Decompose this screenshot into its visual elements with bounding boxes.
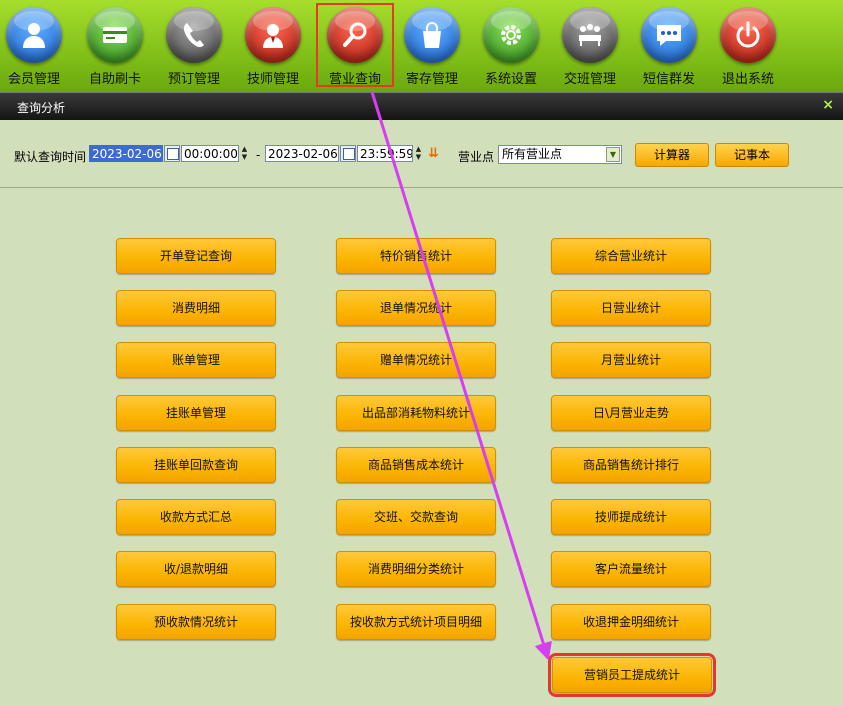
- toolbar-label: 短信群发: [642, 72, 695, 87]
- toolbar-label: 自助刷卡: [88, 72, 141, 87]
- outlet-select[interactable]: 所有营业点 ▼: [498, 145, 622, 164]
- end-time-field[interactable]: 23:59:59: [357, 145, 413, 162]
- report-button[interactable]: 挂账单管理: [116, 395, 276, 431]
- gear-icon: [483, 7, 539, 63]
- report-button[interactable]: 月营业统计: [551, 342, 711, 378]
- outlet-select-value: 所有营业点: [502, 147, 563, 161]
- toolbar-label: 预订管理: [167, 72, 220, 87]
- toolbar-self-card-button[interactable]: 自助刷卡: [76, 3, 154, 87]
- report-button[interactable]: 赠单情况统计: [336, 342, 496, 378]
- date-separator: -: [256, 148, 261, 162]
- toolbar-label: 会员管理: [7, 72, 60, 87]
- report-button[interactable]: 日\月营业走势: [551, 395, 711, 431]
- panel-title: 查询分析: [17, 101, 66, 115]
- end-time-spinner[interactable]: ▲ ▼: [412, 145, 425, 162]
- start-time-field[interactable]: 00:00:00: [181, 145, 239, 162]
- toolbar-business-query-button[interactable]: 营业查询: [316, 3, 394, 87]
- report-button[interactable]: 消费明细: [116, 290, 276, 326]
- report-button[interactable]: 按收款方式统计项目明细: [336, 604, 496, 640]
- report-button[interactable]: 退单情况统计: [336, 290, 496, 326]
- report-button[interactable]: 账单管理: [116, 342, 276, 378]
- filter-bar: 默认查询时间 2023-02-06 00:00:00 ▲ ▼ - 2023-02-…: [0, 119, 843, 188]
- report-button[interactable]: 日营业统计: [551, 290, 711, 326]
- toolbar-settings-button[interactable]: 系统设置: [472, 3, 550, 87]
- panel-header: 查询分析 ×: [0, 92, 843, 120]
- chevron-down-icon[interactable]: ▼: [606, 147, 620, 162]
- start-time-spinner[interactable]: ▲ ▼: [238, 145, 251, 162]
- report-button[interactable]: 收/退款明细: [116, 551, 276, 587]
- report-button[interactable]: 收款方式汇总: [116, 499, 276, 535]
- download-arrow-icon[interactable]: ⇊: [428, 146, 439, 161]
- report-button[interactable]: 挂账单回款查询: [116, 447, 276, 483]
- report-button[interactable]: 客户流量统计: [551, 551, 711, 587]
- report-button[interactable]: 收退押金明细统计: [551, 604, 711, 640]
- card-icon: [87, 7, 143, 63]
- technician-icon: [245, 7, 301, 63]
- notepad-button[interactable]: 记事本: [715, 143, 789, 167]
- toolbar-booking-button[interactable]: 预订管理: [155, 3, 233, 87]
- phone-icon: [166, 7, 222, 63]
- toolbar-label: 技师管理: [246, 72, 299, 87]
- report-button[interactable]: 技师提成统计: [551, 499, 711, 535]
- report-button[interactable]: 特价销售统计: [336, 238, 496, 274]
- start-date-field[interactable]: 2023-02-06: [89, 145, 163, 162]
- report-button[interactable]: 商品销售统计排行: [551, 447, 711, 483]
- toolbar-label: 营业查询: [328, 72, 381, 87]
- toolbar-label: 系统设置: [484, 72, 537, 87]
- toolbar-storage-button[interactable]: 寄存管理: [393, 3, 471, 87]
- toolbar-sms-button[interactable]: 短信群发: [630, 3, 708, 87]
- member-icon: [6, 7, 62, 63]
- meeting-icon: [562, 7, 618, 63]
- calculator-button[interactable]: 计算器: [635, 143, 709, 167]
- toolbar-exit-button[interactable]: 退出系统: [709, 3, 787, 87]
- close-icon[interactable]: ×: [822, 97, 834, 113]
- toolbar-member-button[interactable]: 会员管理: [0, 3, 73, 87]
- toolbar-label: 交班管理: [563, 72, 616, 87]
- report-button[interactable]: 消费明细分类统计: [336, 551, 496, 587]
- report-button[interactable]: 交班、交款查询: [336, 499, 496, 535]
- toolbar-label: 退出系统: [721, 72, 774, 87]
- report-button[interactable]: 商品销售成本统计: [336, 447, 496, 483]
- end-date-field[interactable]: 2023-02-06: [265, 145, 339, 162]
- report-button[interactable]: 预收款情况统计: [116, 604, 276, 640]
- toolbar-technician-button[interactable]: 技师管理: [234, 3, 312, 87]
- power-icon: [720, 7, 776, 63]
- report-button[interactable]: 综合营业统计: [551, 238, 711, 274]
- bag-icon: [404, 7, 460, 63]
- end-calendar-icon[interactable]: [340, 145, 356, 162]
- sales-staff-commission-button[interactable]: 营销员工提成统计: [548, 653, 716, 697]
- message-icon: [641, 7, 697, 63]
- report-button[interactable]: 出品部消耗物料统计: [336, 395, 496, 431]
- start-calendar-icon[interactable]: [164, 145, 180, 162]
- outlet-label: 营业点: [458, 150, 495, 164]
- default-time-label: 默认查询时间: [14, 150, 87, 164]
- search-icon: [327, 7, 383, 63]
- main-toolbar: 会员管理 自助刷卡 预订管理 技师管理 营业查询 寄存管理 系统设置 交班管理 …: [0, 0, 843, 92]
- toolbar-label: 寄存管理: [405, 72, 458, 87]
- toolbar-shift-button[interactable]: 交班管理: [551, 3, 629, 87]
- report-button[interactable]: 开单登记查询: [116, 238, 276, 274]
